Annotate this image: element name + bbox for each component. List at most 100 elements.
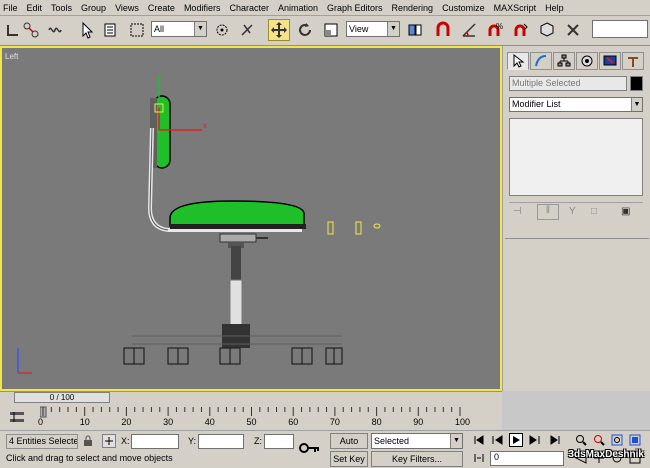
scene-canvas[interactable]: [2, 48, 500, 389]
previous-frame-icon[interactable]: [490, 433, 504, 447]
svg-text:%: %: [496, 22, 503, 31]
chevron-down-icon: ▼: [194, 22, 206, 36]
viewport-label[interactable]: Left: [5, 52, 18, 61]
menu-create[interactable]: Create: [148, 3, 175, 13]
select-and-move-icon[interactable]: [268, 19, 290, 41]
create-tab-icon[interactable]: [507, 52, 529, 70]
trackbar[interactable]: 0 10 20 30 40 50 60 70 80 90 100: [0, 404, 502, 430]
select-object-icon[interactable]: [76, 19, 98, 41]
key-mode-toggle-icon[interactable]: [472, 451, 486, 465]
mini-curve-editor-icon[interactable]: [8, 408, 26, 426]
menu-animation[interactable]: Animation: [278, 3, 318, 13]
bind-space-warp-icon[interactable]: [44, 19, 66, 41]
modifier-list-dropdown[interactable]: Modifier List ▼: [509, 97, 643, 112]
rectangular-selection-icon[interactable]: [126, 19, 148, 41]
key-filters-button[interactable]: Key Filters...: [371, 451, 463, 467]
zoom-icon[interactable]: [574, 433, 588, 447]
menu-modifiers[interactable]: Modifiers: [184, 3, 221, 13]
snap-toggle-icon[interactable]: [432, 19, 454, 41]
menu-maxscript[interactable]: MAXScript: [494, 3, 537, 13]
trackbar-tick-label: 50: [246, 417, 257, 427]
play-icon[interactable]: [509, 433, 523, 447]
trackbar-tick-label: 30: [163, 417, 174, 427]
chair-seat-base: [170, 224, 306, 229]
angle-snap-icon[interactable]: [458, 19, 480, 41]
selection-count: 4 Entities Selecte: [6, 434, 78, 449]
small-object-3: [373, 223, 381, 229]
go-to-start-icon[interactable]: [472, 433, 486, 447]
modify-tab-icon[interactable]: [530, 52, 552, 70]
zoom-extents-all-icon[interactable]: [628, 433, 642, 447]
auto-key-button[interactable]: Auto Key: [330, 433, 368, 460]
menu-views[interactable]: Views: [115, 3, 139, 13]
make-unique-icon[interactable]: Y: [569, 206, 576, 217]
trackbar-tick-label: 70: [329, 417, 340, 427]
menu-rendering[interactable]: Rendering: [392, 3, 434, 13]
menu-customize[interactable]: Customize: [442, 3, 485, 13]
pin-stack-icon[interactable]: ⊣: [513, 206, 522, 217]
set-key-icon[interactable]: [298, 435, 322, 465]
selection-filter-value: All: [154, 24, 165, 34]
menu-file[interactable]: File: [3, 3, 18, 13]
manipulate-icon[interactable]: [236, 19, 258, 41]
y-label: Y:: [188, 436, 197, 446]
x-coordinate-field[interactable]: [131, 434, 179, 449]
select-link-icon[interactable]: [20, 19, 42, 41]
select-and-scale-icon[interactable]: [320, 19, 342, 41]
select-and-rotate-icon[interactable]: [294, 19, 316, 41]
small-object-1: [327, 221, 334, 235]
chair-seat: [169, 200, 305, 227]
selection-filter-dropdown[interactable]: All ▼: [151, 21, 207, 37]
hierarchy-tab-icon[interactable]: [553, 52, 575, 70]
named-selection-sets-input[interactable]: [592, 20, 648, 38]
x-label: X:: [121, 436, 130, 446]
menu-group[interactable]: Group: [81, 3, 106, 13]
current-frame-field[interactable]: 0: [490, 451, 564, 466]
key-mode-value: Selected: [374, 436, 410, 446]
window-crossing-icon[interactable]: [211, 19, 233, 41]
absolute-mode-icon[interactable]: [102, 434, 116, 448]
time-slider-thumb[interactable]: 0 / 100: [14, 392, 110, 403]
viewport-left[interactable]: x y: [0, 46, 502, 391]
lock-icon[interactable]: [82, 435, 94, 447]
small-object-2: [355, 221, 362, 235]
remove-modifier-icon[interactable]: □: [591, 206, 597, 217]
edit-named-selection-icon[interactable]: [562, 19, 584, 41]
modifier-stack-list[interactable]: [509, 118, 643, 196]
menu-edit[interactable]: Edit: [27, 3, 43, 13]
reference-coordinate-dropdown[interactable]: View ▼: [346, 21, 400, 37]
motion-tab-icon[interactable]: [576, 52, 598, 70]
set-key-button[interactable]: Set Key: [330, 451, 368, 467]
object-name-field[interactable]: Multiple Selected: [509, 76, 627, 91]
display-tab-icon[interactable]: [599, 52, 621, 70]
next-frame-icon[interactable]: [528, 433, 542, 447]
configure-modifier-sets-icon[interactable]: ▣: [621, 206, 630, 217]
trackbar-tick-label: 80: [371, 417, 382, 427]
zoom-all-icon[interactable]: [592, 433, 606, 447]
y-coordinate-field[interactable]: [198, 434, 244, 449]
object-color-swatch[interactable]: [630, 76, 643, 91]
go-to-end-icon[interactable]: [548, 433, 562, 447]
trackbar-tick-label: 60: [288, 417, 299, 427]
command-panel: Multiple Selected Modifier List ▼ ⊣ ‖ Y □…: [502, 46, 650, 391]
prompt-line: Click and drag to select and move object…: [6, 453, 173, 463]
spinner-snap-icon[interactable]: [510, 19, 532, 41]
select-by-name-icon[interactable]: [100, 19, 122, 41]
menu-help[interactable]: Help: [545, 3, 564, 13]
menu-tools[interactable]: Tools: [51, 3, 72, 13]
show-end-result-icon[interactable]: ‖: [537, 204, 559, 220]
menu-graph-editors[interactable]: Graph Editors: [327, 3, 383, 13]
zoom-extents-icon[interactable]: [610, 433, 624, 447]
menu-character[interactable]: Character: [229, 3, 269, 13]
chevron-down-icon: ▼: [387, 22, 399, 36]
trackbar-tick-label: 0: [38, 417, 44, 427]
z-coordinate-field[interactable]: [264, 434, 294, 449]
trackbar-tick-label: 20: [121, 417, 132, 427]
pivot-center-icon[interactable]: [404, 19, 426, 41]
panel-divider: [505, 238, 649, 239]
key-mode-dropdown[interactable]: Selected ▼: [371, 433, 463, 449]
named-selection-icon[interactable]: [536, 19, 558, 41]
utilities-tab-icon[interactable]: [622, 52, 644, 70]
percent-snap-icon[interactable]: %: [484, 19, 506, 41]
menu-bar: File Edit Tools Group Views Create Modif…: [0, 0, 650, 16]
